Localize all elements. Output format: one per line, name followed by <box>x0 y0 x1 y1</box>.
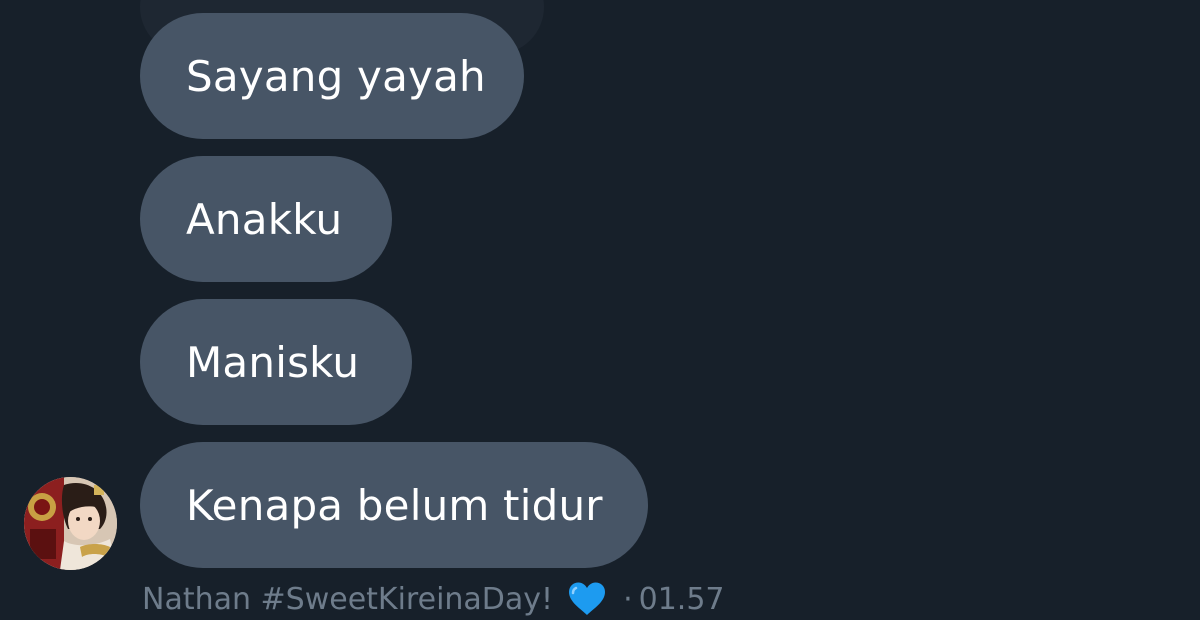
sender-name[interactable]: Nathan #SweetKireinaDay! <box>142 582 553 617</box>
avatar[interactable] <box>24 477 117 570</box>
message-text: Anakku <box>186 194 343 244</box>
message-bubble[interactable]: Kenapa belum tidur <box>140 442 648 568</box>
message-meta: Nathan #SweetKireinaDay! · 01.57 <box>142 578 725 620</box>
message-bubble[interactable]: Manisku <box>140 299 412 425</box>
blue-heart-icon <box>567 581 607 617</box>
message-bubble[interactable]: Sayang yayah <box>140 13 524 139</box>
meta-separator: · <box>623 581 633 617</box>
message-text: Sayang yayah <box>186 51 486 101</box>
message-text: Kenapa belum tidur <box>186 480 603 530</box>
message-text: Manisku <box>186 337 360 387</box>
avatar-image <box>24 477 117 570</box>
message-bubble[interactable]: Anakku <box>140 156 392 282</box>
conversation-thread: Sayang yayah Anakku Manisku Kenapa belum… <box>0 0 1200 620</box>
message-timestamp: 01.57 <box>638 581 725 617</box>
